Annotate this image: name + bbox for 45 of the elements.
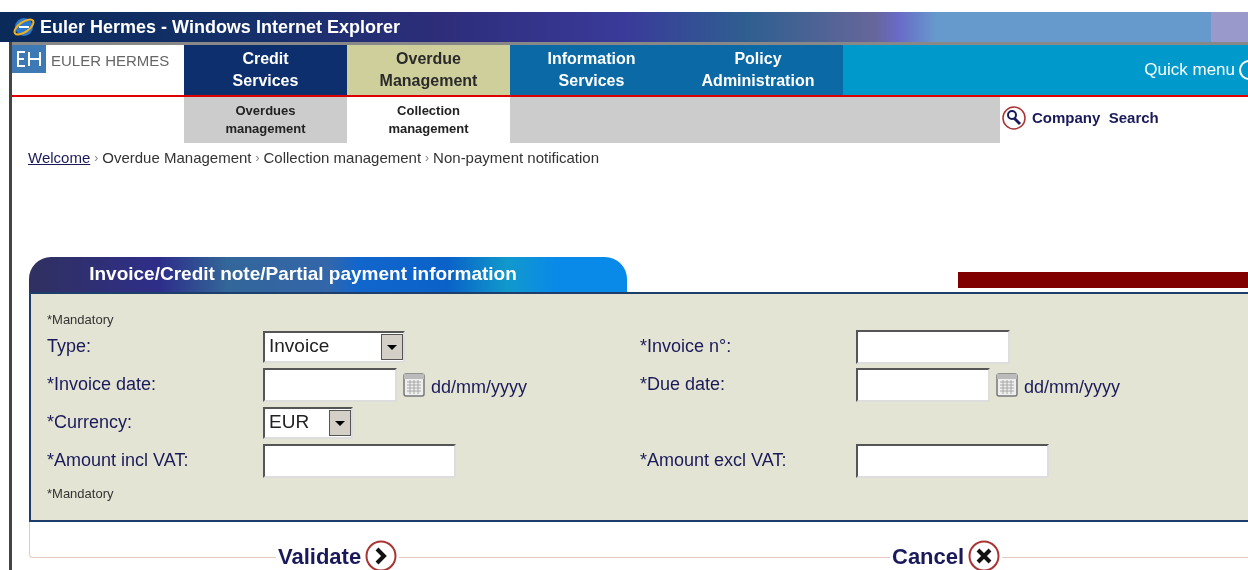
text-field[interactable]: [856, 443, 1049, 478]
logo-mark-icon: [16, 50, 42, 68]
date-format-hint: dd/mm/yyyy: [431, 376, 527, 399]
nav-tab[interactable]: Credit Services: [184, 45, 347, 95]
mandatory-note: *Mandatory: [47, 311, 115, 328]
nav-tab[interactable]: Overdue Management: [347, 45, 510, 95]
date-format-hint: dd/mm/yyyy: [1024, 376, 1120, 399]
validate-button[interactable]: Validate: [276, 539, 400, 570]
field-label: *Due date:: [640, 373, 727, 396]
breadcrumb-link[interactable]: Welcome: [28, 147, 91, 170]
nav-tab[interactable]: Information Services: [510, 45, 673, 95]
dropdown[interactable]: EUR: [263, 406, 353, 439]
dropdown[interactable]: Invoice: [263, 330, 405, 363]
company-search-link[interactable]: Company Search: [1002, 93, 1159, 143]
logo-text: EULER HERMES: [51, 51, 170, 71]
field-label: *Invoice date:: [47, 373, 158, 396]
date-field[interactable]: [263, 367, 397, 402]
field-label: Type:: [47, 335, 93, 358]
nav-tab[interactable]: Policy Administration: [673, 45, 843, 95]
text-field[interactable]: [856, 329, 1010, 364]
text-field[interactable]: [263, 443, 456, 478]
calendar-icon[interactable]: [403, 372, 425, 397]
mandatory-note: *Mandatory: [47, 484, 115, 503]
breadcrumb-separator: ›: [255, 150, 260, 168]
caret-icon: [329, 409, 351, 436]
field-label: *Amount incl VAT:: [47, 449, 190, 472]
cancel-button[interactable]: Cancel: [890, 539, 1003, 570]
dropdown-value: EUR: [268, 410, 311, 435]
caret-icon: [381, 333, 403, 360]
field-label: *Amount excl VAT:: [640, 449, 788, 472]
breadcrumb-item: Overdue Management: [102, 148, 252, 168]
search-icon: [1002, 106, 1026, 130]
date-field[interactable]: [856, 367, 990, 402]
breadcrumb-separator: ›: [94, 150, 99, 168]
subnav-tab[interactable]: Overdues management: [184, 97, 347, 143]
dropdown-value: Invoice: [268, 334, 331, 359]
breadcrumb-item: Collection management: [263, 148, 422, 168]
window-title: Euler Hermes - Windows Internet Explorer: [40, 15, 400, 39]
field-label: *Currency:: [47, 411, 134, 434]
browser-logo-icon: [12, 15, 36, 39]
breadcrumb-separator: ›: [425, 150, 430, 168]
calendar-icon[interactable]: [996, 372, 1018, 397]
field-label: *Invoice n°:: [640, 335, 733, 358]
breadcrumb-item: Non-payment notification: [433, 148, 600, 168]
panel-title: Invoice/Credit note/Partial payment information: [89, 261, 517, 286]
